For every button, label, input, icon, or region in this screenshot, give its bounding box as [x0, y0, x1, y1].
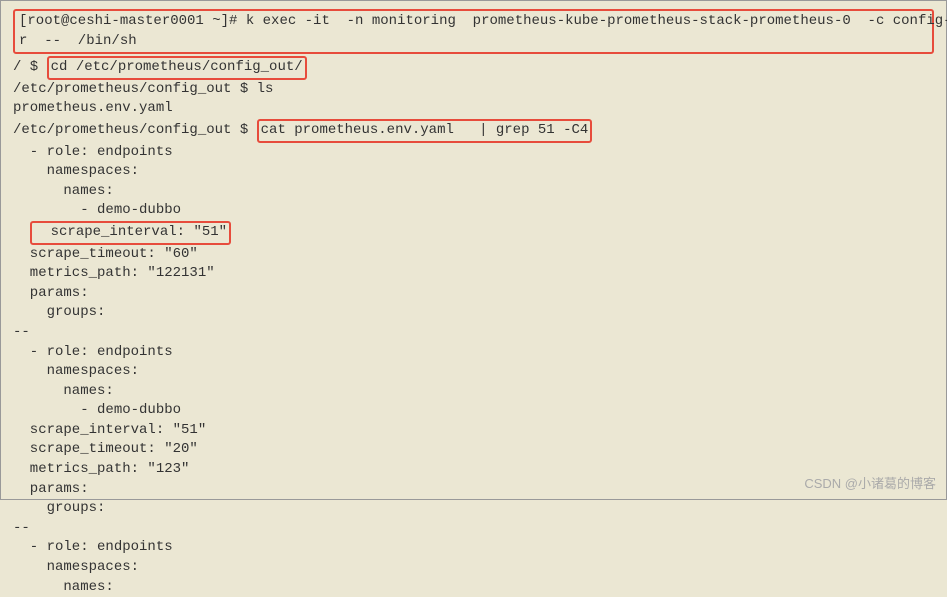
output-line: - role: endpoints — [13, 343, 934, 363]
output-line: groups: — [13, 303, 934, 323]
output-line: scrape_interval: "51" — [13, 421, 934, 441]
exec-cmd-cont: r -- /bin/sh — [19, 32, 928, 52]
root-prompt-cmd: [root@ceshi-master0001 ~]# k exec -it -n… — [19, 12, 928, 32]
output-line: groups: — [13, 499, 934, 519]
separator: -- — [13, 519, 934, 539]
exec-command-box: [root@ceshi-master0001 ~]# k exec -it -n… — [13, 9, 934, 54]
cat-command-box: cat prometheus.env.yaml | grep 51 -C4 — [257, 119, 593, 143]
output-line: namespaces: — [13, 162, 934, 182]
scrape-interval-box: scrape_interval: "51" — [13, 221, 934, 245]
root-prompt: [root@ceshi-master0001 ~]# — [19, 13, 246, 29]
output-line: names: — [13, 182, 934, 202]
shell-prompt-2: /etc/prometheus/config_out $ — [13, 122, 257, 138]
cd-command-box: cd /etc/prometheus/config_out/ — [47, 56, 307, 80]
cat-line: /etc/prometheus/config_out $ cat prometh… — [13, 119, 934, 143]
output-line: params: — [13, 284, 934, 304]
scrape-interval-highlight: scrape_interval: "51" — [30, 221, 231, 245]
output-line: params: — [13, 480, 934, 500]
output-line: namespaces: — [13, 558, 934, 578]
output-line: names: — [13, 578, 934, 597]
exec-cmd-text: k exec -it -n monitoring prometheus-kube… — [246, 13, 947, 29]
ls-line: /etc/prometheus/config_out $ ls — [13, 80, 934, 100]
output-line: - demo-dubbo — [13, 201, 934, 221]
output-line: metrics_path: "122131" — [13, 264, 934, 284]
output-line: - demo-dubbo — [13, 401, 934, 421]
shell-prompt: / $ — [13, 59, 47, 75]
separator: -- — [13, 323, 934, 343]
output-line: - role: endpoints — [13, 143, 934, 163]
output-line: - role: endpoints — [13, 538, 934, 558]
ls-output: prometheus.env.yaml — [13, 99, 934, 119]
cd-line: / $ cd /etc/prometheus/config_out/ — [13, 56, 934, 80]
output-line: scrape_timeout: "60" — [13, 245, 934, 265]
watermark-text: CSDN @小诸葛的博客 — [804, 475, 936, 493]
output-line: scrape_timeout: "20" — [13, 440, 934, 460]
output-line: metrics_path: "123" — [13, 460, 934, 480]
output-line: namespaces: — [13, 362, 934, 382]
output-line: names: — [13, 382, 934, 402]
